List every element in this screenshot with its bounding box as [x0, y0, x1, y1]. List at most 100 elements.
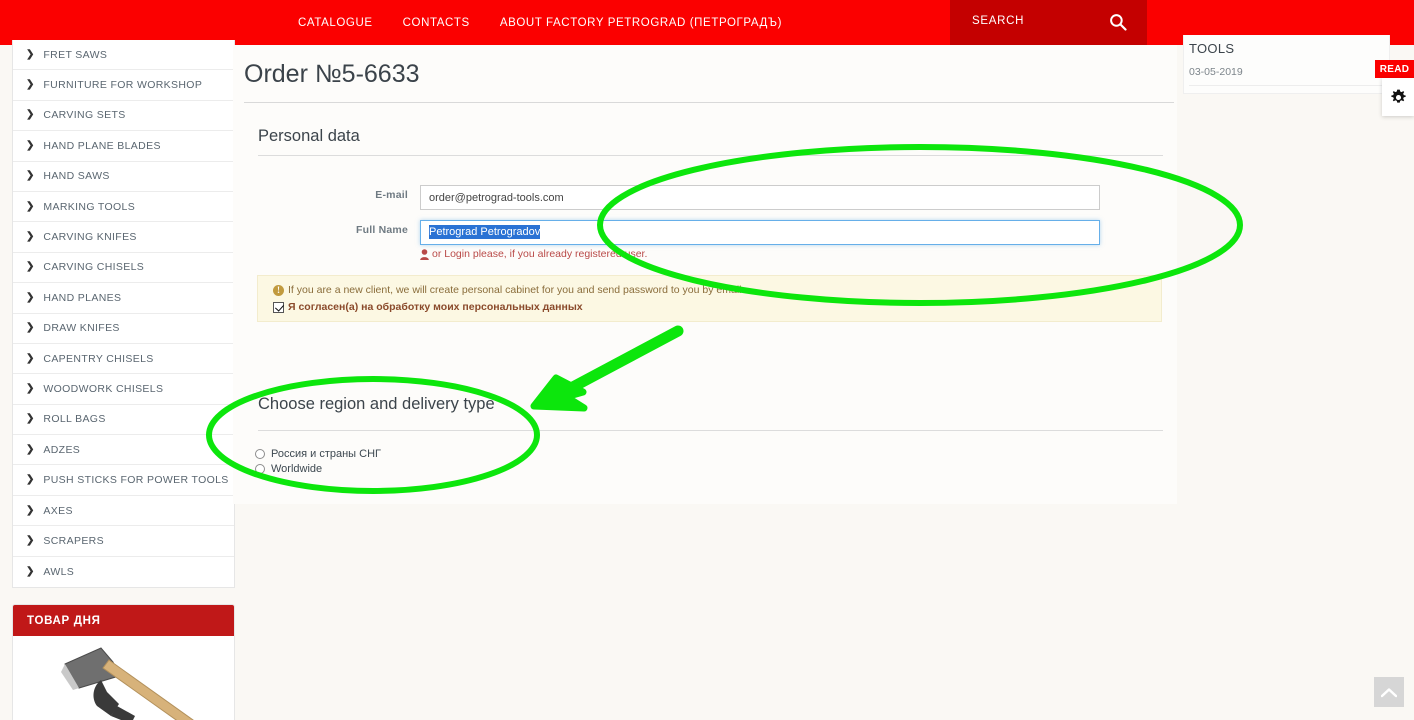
sidebar-item-axes[interactable]: ❯ AXES [13, 496, 234, 527]
page-root: CATALOGUE CONTACTS ABOUT FACTORY PETROGR… [0, 0, 1414, 720]
sidebar-item-label: CARVING CHISELS [43, 261, 145, 274]
radio-button[interactable] [255, 449, 265, 459]
consent-label: Я согласен(а) на обработку моих персонал… [288, 301, 583, 313]
chevron-right-icon: ❯ [26, 352, 35, 364]
sidebar-item-label: DRAW KNIFES [43, 322, 120, 335]
nav-item-contacts[interactable]: CONTACTS [403, 17, 470, 29]
sidebar-item-label: CARVING KNIFES [43, 231, 137, 244]
chevron-right-icon: ❯ [26, 261, 35, 273]
search-box[interactable]: SEARCH [950, 0, 1147, 45]
sidebar-item-hand-saws[interactable]: ❯ HAND SAWS [13, 162, 234, 192]
product-of-day-header: ТОВАР ДНЯ [13, 605, 234, 636]
news-widget-date: 03-05-2019 [1189, 66, 1243, 78]
product-of-day-widget: ТОВАР ДНЯ [12, 604, 235, 720]
search-icon[interactable] [1109, 13, 1127, 31]
sidebar-item-push-sticks-for-power-tools[interactable]: ❯ PUSH STICKS FOR POWER TOOLS [13, 465, 234, 496]
scroll-to-top-button[interactable] [1374, 677, 1404, 707]
page-title: Order №5-6633 [244, 60, 420, 88]
sidebar-item-label: FURNITURE FOR WORKSHOP [43, 79, 203, 92]
sidebar-item-adzes[interactable]: ❯ ADZES [13, 435, 234, 466]
chevron-right-icon: ❯ [26, 291, 35, 303]
sidebar-item-carving-knifes[interactable]: ❯ CARVING KNIFES [13, 222, 234, 253]
axe-product-image[interactable] [53, 642, 203, 720]
sidebar-item-hand-planes[interactable]: ❯ HAND PLANES [13, 283, 234, 314]
sidebar-item-capentry-chisels[interactable]: ❯ CAPENTRY CHISELS [13, 344, 234, 375]
sidebar-item-label: HAND PLANE BLADES [43, 139, 161, 152]
chevron-right-icon: ❯ [26, 109, 35, 121]
chevron-up-icon [1381, 687, 1397, 697]
registration-notice-text: If you are a new client, we will create … [288, 284, 742, 296]
chevron-right-icon: ❯ [26, 322, 35, 334]
email-field-label: E-mail [375, 189, 408, 201]
region-option-label: Worldwide [271, 463, 323, 475]
sidebar-item-hand-plane-blades[interactable]: ❯ HAND PLANE BLADES [13, 131, 234, 162]
sidebar-item-label: MARKING TOOLS [43, 200, 136, 213]
chevron-right-icon: ❯ [26, 382, 35, 394]
chevron-right-icon: ❯ [26, 504, 35, 516]
sidebar-item-furniture-for-workshop[interactable]: ❯ FURNITURE FOR WORKSHOP [13, 70, 234, 101]
personal-data-section-title: Personal data [258, 127, 360, 145]
consent-row[interactable]: Я согласен(а) на обработку моих персонал… [273, 301, 1161, 313]
gear-icon [1390, 89, 1406, 103]
chevron-right-icon: ❯ [26, 534, 35, 546]
sidebar-item-roll-bags[interactable]: ❯ ROLL BAGS [13, 405, 234, 436]
info-icon: ! [273, 284, 284, 296]
sidebar-item-label: HAND PLANES [43, 291, 122, 304]
sidebar-item-label: ROLL BAGS [43, 413, 106, 426]
delivery-section-title: Choose region and delivery type [258, 395, 495, 413]
news-widget: TOOLS 03-05-2019 [1183, 35, 1390, 94]
region-option-russia-cis[interactable]: Россия и страны СНГ [255, 448, 381, 460]
fullname-form-row: Full Name Petrograd Petrogradov [248, 220, 1108, 245]
chevron-right-icon: ❯ [26, 79, 35, 91]
user-icon [420, 248, 429, 260]
registration-notice-line: ! If you are a new client, we will creat… [273, 284, 1161, 296]
title-divider [244, 102, 1174, 103]
region-option-label: Россия и страны СНГ [271, 448, 381, 460]
news-widget-title[interactable]: TOOLS [1189, 41, 1234, 56]
product-of-day-body[interactable] [13, 636, 234, 720]
chevron-right-icon: ❯ [26, 443, 35, 455]
fullname-field-label: Full Name [356, 224, 408, 236]
login-hint-text[interactable]: or Login please, if you already register… [432, 248, 647, 260]
region-option-worldwide[interactable]: Worldwide [255, 463, 322, 475]
sidebar-item-awls[interactable]: ❯ AWLS [13, 557, 234, 587]
sidebar-item-label: AWLS [43, 565, 75, 578]
delivery-divider [258, 430, 1163, 431]
registration-notice-box: ! If you are a new client, we will creat… [257, 275, 1162, 322]
chevron-right-icon: ❯ [26, 48, 35, 60]
sidebar-item-carving-chisels[interactable]: ❯ CARVING CHISELS [13, 253, 234, 284]
chevron-right-icon: ❯ [26, 139, 35, 151]
radio-button[interactable] [255, 464, 265, 474]
sidebar-item-label: CARVING SETS [43, 109, 126, 122]
sidebar-item-carving-sets[interactable]: ❯ CARVING SETS [13, 101, 234, 132]
nav-item-about[interactable]: ABOUT FACTORY PETROGRAD (ПЕТРОГРАДЪ) [500, 17, 782, 29]
sidebar-item-woodwork-chisels[interactable]: ❯ WOODWORK CHISELS [13, 374, 234, 405]
product-of-day-title: ТОВАР ДНЯ [27, 614, 101, 627]
sidebar-item-label: CAPENTRY CHISELS [43, 352, 154, 365]
login-hint: or Login please, if you already register… [420, 248, 647, 260]
sidebar-item-draw-knifes[interactable]: ❯ DRAW KNIFES [13, 314, 234, 344]
email-form-row: E-mail [248, 185, 1108, 210]
search-input-label: SEARCH [972, 15, 1025, 27]
sidebar-item-label: ADZES [43, 443, 81, 456]
personal-data-divider [258, 155, 1163, 156]
checkbox-checked-icon[interactable] [273, 301, 284, 313]
sidebar-item-scrapers[interactable]: ❯ SCRAPERS [13, 526, 234, 557]
chevron-right-icon: ❯ [26, 170, 35, 182]
read-more-button[interactable]: READ [1375, 60, 1414, 78]
chevron-right-icon: ❯ [26, 200, 35, 212]
sidebar-item-label: PUSH STICKS FOR POWER TOOLS [43, 474, 229, 487]
news-widget-divider [1189, 85, 1386, 86]
sidebar-item-fret-saws[interactable]: ❯ FRET SAWS [13, 40, 234, 71]
sidebar-item-label: AXES [43, 504, 73, 517]
email-field[interactable] [420, 185, 1100, 210]
chevron-right-icon: ❯ [26, 565, 35, 577]
sidebar-item-label: HAND SAWS [43, 170, 110, 183]
fullname-field[interactable]: Petrograd Petrogradov [420, 220, 1100, 245]
sidebar-item-label: SCRAPERS [43, 534, 104, 547]
settings-button[interactable] [1382, 78, 1414, 116]
main-navigation: CATALOGUE CONTACTS ABOUT FACTORY PETROGR… [298, 0, 782, 45]
nav-item-catalogue[interactable]: CATALOGUE [298, 17, 373, 29]
sidebar-item-marking-tools[interactable]: ❯ MARKING TOOLS [13, 192, 234, 223]
sidebar-item-label: WOODWORK CHISELS [43, 382, 164, 395]
